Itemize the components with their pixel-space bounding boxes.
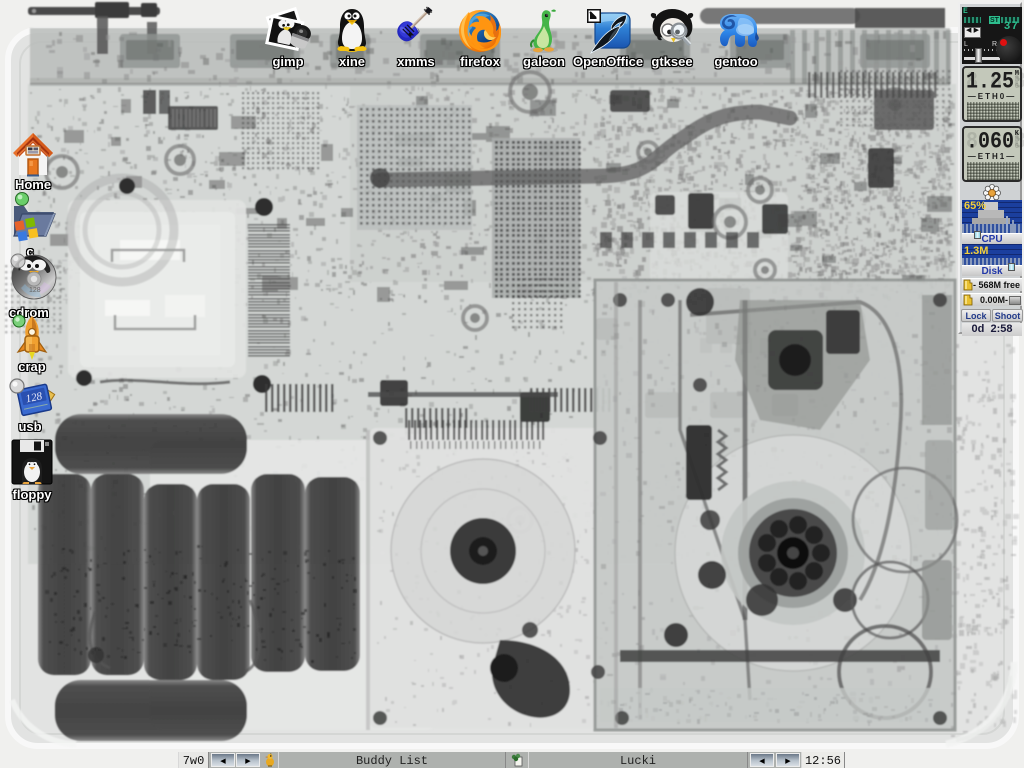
svg-text:128: 128: [29, 287, 41, 294]
